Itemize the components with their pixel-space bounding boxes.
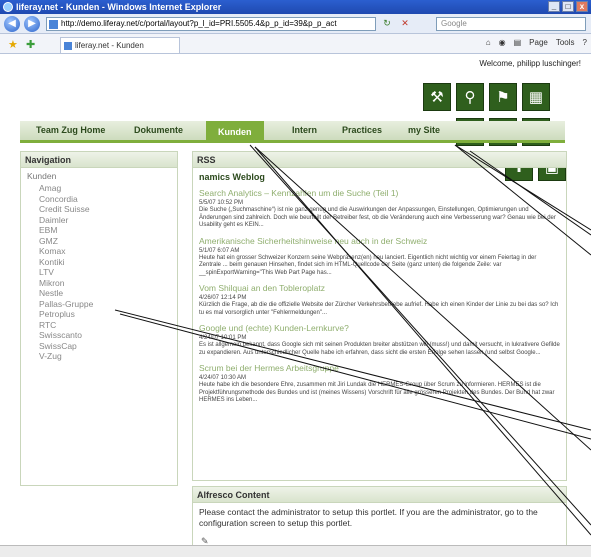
rss-entry-date: 5/5/07 10:52 PM	[199, 200, 244, 206]
rss-portlet: RSS namics Weblog Search Analytics – Ken…	[192, 151, 567, 481]
main-navigation: Team Zug Home Dokumente Kunden Intern Pr…	[20, 121, 565, 143]
rss-entry-text: Heute habe ich die besondere Ehre, zusam…	[199, 382, 555, 403]
rss-entry-text: Kürzlich die Frage, ab die die offiziell…	[199, 302, 559, 316]
nav-item[interactable]: LTV	[21, 267, 177, 278]
rss-entry: Google und (echte) Kunden-Lernkurve? 4/24…	[193, 323, 566, 357]
tools-menu[interactable]: Tools	[556, 38, 575, 47]
browser-tab[interactable]: liferay.net - Kunden	[60, 37, 180, 53]
tab-dokumente[interactable]: Dokumente	[134, 125, 183, 135]
weblog-title[interactable]: namics Weblog	[193, 168, 566, 188]
url-field[interactable]: http://demo.liferay.net/c/portal/layout?…	[46, 17, 376, 31]
rss-entry-title[interactable]: Vom Shilquai an den Tobleroplatz	[199, 283, 560, 294]
feeds-icon[interactable]: ◉	[499, 38, 506, 47]
rss-entry-title[interactable]: Amerikanische Sicherheitshinweise neu au…	[199, 236, 560, 247]
page-content: Welcome, philipp luschinger! ⚒ ⚲ ⚑ ▦ ⚷ ⌂…	[0, 55, 591, 557]
window-controls: _ □ x	[548, 1, 588, 12]
navigation-portlet: Navigation Kunden Amag Concordia Credit Su…	[20, 151, 178, 486]
rss-entry-date: 4/24/07 10:01 PM	[199, 335, 247, 341]
rss-entry-date: 4/24/07 10:30 AM	[199, 375, 247, 381]
tab-practices[interactable]: Practices	[342, 125, 382, 135]
alfresco-portlet: Alfresco Content Please contact the admi…	[192, 486, 567, 548]
rss-entry-title[interactable]: Google und (echte) Kunden-Lernkurve?	[199, 323, 560, 334]
tab-team-zug-home[interactable]: Team Zug Home	[36, 125, 105, 135]
home-icon[interactable]: ⌂	[486, 38, 491, 47]
nav-item[interactable]: Mikron	[21, 278, 177, 289]
close-button[interactable]: x	[576, 1, 588, 12]
add-favorite-icon[interactable]: ✚	[26, 38, 35, 51]
rss-entry-text: Es ist allgemein bekannt, dass Google si…	[199, 342, 560, 356]
rss-entries: Search Analytics – Kennzahlen um die Suc…	[193, 188, 566, 405]
print-icon[interactable]: ▤	[514, 38, 522, 47]
tools-icon[interactable]: ⚒	[423, 83, 451, 111]
nav-item[interactable]: Nestle	[21, 288, 177, 299]
flag-icon[interactable]: ⚑	[489, 83, 517, 111]
rss-entry: Vom Shilquai an den Tobleroplatz 4/26/07 …	[193, 283, 566, 317]
rss-title: RSS	[193, 152, 566, 168]
nav-list: Amag Concordia Credit Suisse Daimler EBM GMZ K…	[21, 183, 177, 362]
rss-entry-date: 4/26/07 12:14 PM	[199, 295, 247, 301]
rss-entry-title[interactable]: Scrum bei der Hermes Arbeitsgruppe	[199, 363, 560, 374]
rss-entry-text: Heute hat ein grosser Schweizer Konzern …	[199, 254, 537, 276]
page-icon	[49, 20, 58, 29]
url-text: http://demo.liferay.net/c/portal/layout?…	[61, 19, 337, 28]
maximize-button[interactable]: □	[562, 1, 574, 12]
rss-entry: Amerikanische Sicherheitshinweise neu au…	[193, 236, 566, 278]
minimize-button[interactable]: _	[548, 1, 560, 12]
tab-bar: ★ ✚ liferay.net - Kunden ⌂ ◉ ▤ Page Tool…	[0, 34, 591, 54]
stop-icon[interactable]: ✕	[398, 17, 412, 31]
navigation-title: Navigation	[21, 152, 177, 168]
address-bar: ◀ ▶ http://demo.liferay.net/c/portal/lay…	[0, 14, 591, 34]
status-bar	[0, 545, 591, 557]
tab-intern[interactable]: Intern	[292, 125, 317, 135]
nav-item[interactable]: Petroplus	[21, 309, 177, 320]
rss-entry-date: 5/1/07 6:07 AM	[199, 247, 240, 254]
window-title-bar: liferay.net - Kunden - Windows Internet …	[0, 0, 591, 14]
welcome-message: Welcome, philipp luschinger!	[479, 59, 581, 68]
refresh-icon[interactable]: ↻	[380, 17, 394, 31]
search-input[interactable]: Google	[436, 17, 586, 31]
favorites-star-icon[interactable]: ★	[8, 38, 18, 51]
alfresco-message: Please contact the administrator to setu…	[199, 507, 538, 528]
nav-item[interactable]: Amag	[21, 183, 177, 194]
internet-explorer-icon	[3, 2, 13, 12]
alfresco-title: Alfresco Content	[193, 487, 566, 503]
page-menu[interactable]: Page	[529, 38, 548, 47]
nav-root-kunden[interactable]: Kunden	[21, 168, 177, 183]
tab-my-site[interactable]: my Site	[408, 125, 440, 135]
browser-tab-title: liferay.net - Kunden	[75, 41, 144, 50]
nav-item[interactable]: Komax	[21, 246, 177, 257]
nav-item[interactable]: EBM	[21, 225, 177, 236]
rss-entry-title[interactable]: Search Analytics – Kennzahlen um die Suc…	[199, 188, 560, 199]
nav-item[interactable]: Daimler	[21, 215, 177, 226]
rss-entry-text: Die Suche („Suchmaschine“) ist nie ganz …	[199, 207, 556, 228]
nav-item[interactable]: V-Zug	[21, 351, 177, 362]
window-title: liferay.net - Kunden - Windows Internet …	[16, 2, 222, 12]
nav-item[interactable]: Swisscanto	[21, 330, 177, 341]
grid-icon[interactable]: ▦	[522, 83, 550, 111]
rss-entry: Scrum bei der Hermes Arbeitsgruppe 4/24/0…	[193, 363, 566, 405]
forward-button[interactable]: ▶	[24, 16, 40, 32]
nav-item[interactable]: RTC	[21, 320, 177, 331]
help-icon[interactable]: ?	[583, 38, 587, 47]
rss-entry: Search Analytics – Kennzahlen um die Suc…	[193, 188, 566, 230]
nav-item[interactable]: Pallas-Gruppe	[21, 299, 177, 310]
nav-item[interactable]: Concordia	[21, 194, 177, 205]
back-button[interactable]: ◀	[4, 16, 20, 32]
tab-favicon	[64, 42, 72, 50]
nav-item[interactable]: SwissCap	[21, 341, 177, 352]
nav-item[interactable]: Credit Suisse	[21, 204, 177, 215]
nav-item[interactable]: GMZ	[21, 236, 177, 247]
search-icon[interactable]: ⚲	[456, 83, 484, 111]
nav-item[interactable]: Kontiki	[21, 257, 177, 268]
command-bar: ⌂ ◉ ▤ Page Tools ?	[486, 38, 587, 47]
tab-kunden[interactable]: Kunden	[206, 121, 264, 143]
